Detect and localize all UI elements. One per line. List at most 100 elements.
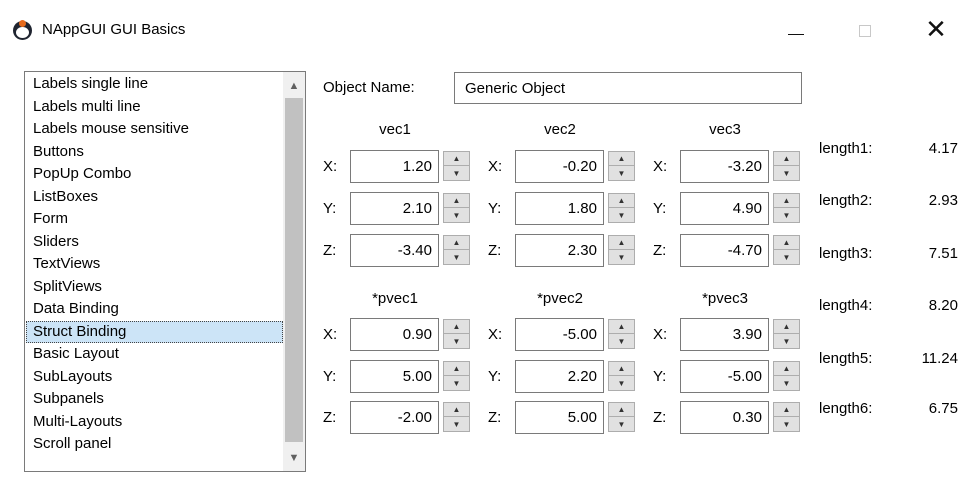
list-item[interactable]: Labels multi line — [26, 96, 283, 119]
y-value-input[interactable] — [350, 360, 439, 393]
stepper-down-icon[interactable]: ▼ — [444, 250, 469, 264]
z-value-input[interactable] — [680, 401, 769, 434]
maximize-button[interactable] — [842, 8, 888, 52]
object-name-input[interactable] — [454, 72, 802, 104]
list-item[interactable]: PopUp Combo — [26, 163, 283, 186]
value-stepper[interactable]: ▲ ▼ — [443, 151, 470, 181]
value-stepper[interactable]: ▲ ▼ — [443, 235, 470, 265]
stepper-down-icon[interactable]: ▼ — [609, 166, 634, 180]
list-item[interactable]: Labels single line — [26, 73, 283, 96]
value-stepper[interactable]: ▲ ▼ — [773, 193, 800, 223]
value-stepper[interactable]: ▲ ▼ — [608, 193, 635, 223]
list-item[interactable]: Form — [26, 208, 283, 231]
value-stepper[interactable]: ▲ ▼ — [608, 402, 635, 432]
stepper-up-icon[interactable]: ▲ — [609, 320, 634, 334]
list-item[interactable]: SubLayouts — [26, 366, 283, 389]
stepper-down-icon[interactable]: ▼ — [444, 166, 469, 180]
value-stepper[interactable]: ▲ ▼ — [773, 151, 800, 181]
value-stepper[interactable]: ▲ ▼ — [443, 402, 470, 432]
stepper-up-icon[interactable]: ▲ — [444, 236, 469, 250]
stepper-down-icon[interactable]: ▼ — [444, 208, 469, 222]
y-axis-label: Y: — [323, 368, 337, 385]
scroll-thumb[interactable] — [285, 98, 303, 442]
x-value-input[interactable] — [350, 318, 439, 351]
stepper-down-icon[interactable]: ▼ — [444, 417, 469, 431]
close-button[interactable]: ✕ — [913, 8, 959, 52]
list-item[interactable]: Labels mouse sensitive — [26, 118, 283, 141]
x-value-input[interactable] — [515, 318, 604, 351]
stepper-down-icon[interactable]: ▼ — [609, 376, 634, 390]
stepper-down-icon[interactable]: ▼ — [609, 334, 634, 348]
list-item[interactable]: Struct Binding — [26, 320, 283, 343]
z-value-input[interactable] — [350, 401, 439, 434]
stepper-up-icon[interactable]: ▲ — [609, 403, 634, 417]
value-stepper[interactable]: ▲ ▼ — [443, 361, 470, 391]
stepper-down-icon[interactable]: ▼ — [774, 376, 799, 390]
stepper-down-icon[interactable]: ▼ — [774, 334, 799, 348]
list-item[interactable]: Basic Layout — [26, 343, 283, 366]
value-stepper[interactable]: ▲ ▼ — [443, 193, 470, 223]
z-value-input[interactable] — [515, 234, 604, 267]
stepper-up-icon[interactable]: ▲ — [774, 194, 799, 208]
x-value-input[interactable] — [515, 150, 604, 183]
stepper-down-icon[interactable]: ▼ — [609, 250, 634, 264]
list-item[interactable]: Sliders — [26, 231, 283, 254]
value-stepper[interactable]: ▲ ▼ — [773, 402, 800, 432]
stepper-up-icon[interactable]: ▲ — [609, 194, 634, 208]
stepper-up-icon[interactable]: ▲ — [774, 152, 799, 166]
value-stepper[interactable]: ▲ ▼ — [608, 235, 635, 265]
y-value-input[interactable] — [680, 360, 769, 393]
stepper-up-icon[interactable]: ▲ — [774, 320, 799, 334]
value-stepper[interactable]: ▲ ▼ — [608, 361, 635, 391]
stepper-down-icon[interactable]: ▼ — [774, 417, 799, 431]
stepper-up-icon[interactable]: ▲ — [444, 194, 469, 208]
value-stepper[interactable]: ▲ ▼ — [608, 319, 635, 349]
stepper-up-icon[interactable]: ▲ — [774, 403, 799, 417]
stepper-down-icon[interactable]: ▼ — [609, 417, 634, 431]
list-item[interactable]: Data Binding — [26, 298, 283, 321]
list-item[interactable]: Buttons — [26, 141, 283, 164]
z-value-input[interactable] — [515, 401, 604, 434]
stepper-up-icon[interactable]: ▲ — [774, 362, 799, 376]
stepper-down-icon[interactable]: ▼ — [444, 334, 469, 348]
z-value-input[interactable] — [680, 234, 769, 267]
list-item[interactable]: SplitViews — [26, 276, 283, 299]
value-stepper[interactable]: ▲ ▼ — [773, 319, 800, 349]
list-item[interactable]: Multi-Layouts — [26, 411, 283, 434]
list-item[interactable]: TextViews — [26, 253, 283, 276]
y-value-input[interactable] — [515, 360, 604, 393]
stepper-down-icon[interactable]: ▼ — [774, 208, 799, 222]
stepper-up-icon[interactable]: ▲ — [444, 152, 469, 166]
stepper-up-icon[interactable]: ▲ — [609, 236, 634, 250]
x-value-input[interactable] — [350, 150, 439, 183]
list-item[interactable]: Subpanels — [26, 388, 283, 411]
stepper-down-icon[interactable]: ▼ — [774, 250, 799, 264]
stepper-up-icon[interactable]: ▲ — [444, 320, 469, 334]
stepper-up-icon[interactable]: ▲ — [444, 362, 469, 376]
stepper-down-icon[interactable]: ▼ — [444, 376, 469, 390]
list-item[interactable]: Scroll panel — [26, 433, 283, 456]
stepper-down-icon[interactable]: ▼ — [774, 166, 799, 180]
value-stepper[interactable]: ▲ ▼ — [443, 319, 470, 349]
x-value-input[interactable] — [680, 150, 769, 183]
minimize-button[interactable] — [773, 8, 819, 52]
value-stepper[interactable]: ▲ ▼ — [608, 151, 635, 181]
stepper-up-icon[interactable]: ▲ — [609, 152, 634, 166]
stepper-down-icon[interactable]: ▼ — [609, 208, 634, 222]
y-value-input[interactable] — [515, 192, 604, 225]
scroll-down-arrow-icon[interactable]: ▼ — [283, 447, 305, 469]
stepper-up-icon[interactable]: ▲ — [609, 362, 634, 376]
y-value-input[interactable] — [680, 192, 769, 225]
x-value-input[interactable] — [680, 318, 769, 351]
list-scrollbar[interactable]: ▲ ▼ — [283, 72, 305, 471]
value-stepper[interactable]: ▲ ▼ — [773, 235, 800, 265]
stepper-up-icon[interactable]: ▲ — [774, 236, 799, 250]
value-stepper[interactable]: ▲ ▼ — [773, 361, 800, 391]
demo-listbox[interactable]: Labels single line Labels multi line Label… — [24, 71, 306, 472]
y-axis-label: Y: — [488, 200, 502, 217]
scroll-up-arrow-icon[interactable]: ▲ — [283, 75, 305, 97]
y-value-input[interactable] — [350, 192, 439, 225]
list-item[interactable]: ListBoxes — [26, 186, 283, 209]
stepper-up-icon[interactable]: ▲ — [444, 403, 469, 417]
z-value-input[interactable] — [350, 234, 439, 267]
